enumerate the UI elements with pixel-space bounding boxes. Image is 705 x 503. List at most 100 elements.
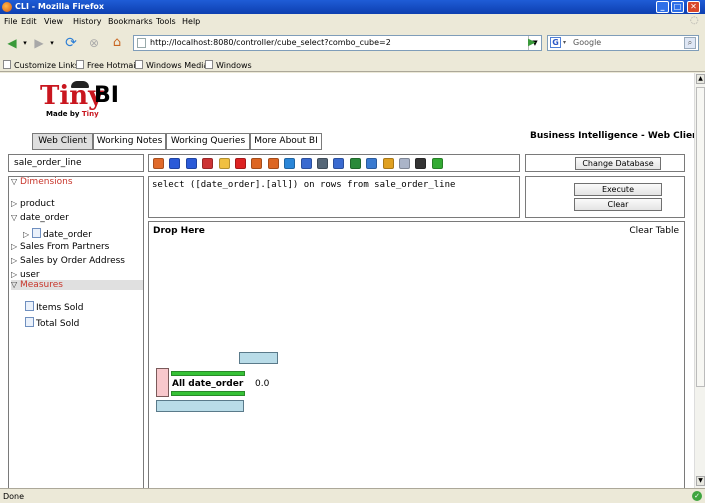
tree-item-label: Sales From Partners [20,242,110,252]
query-editor[interactable]: select ([date_order].[all]) on rows from… [148,176,520,218]
status-bar: Done ✓ [0,488,705,503]
row-top-bar [171,371,245,376]
bar-chart-icon[interactable] [382,158,394,169]
bookmark-customize-links[interactable]: Customize Links [3,60,79,70]
new-query-icon[interactable] [153,158,164,169]
row-footer-cell[interactable] [156,400,244,412]
scroll-down-icon[interactable]: ▼ [696,476,705,486]
drop-here-label: Drop Here [153,226,205,236]
vertical-scrollbar[interactable]: ▲ ▼ [694,73,705,488]
sum-icon[interactable] [349,158,361,169]
menu-file[interactable]: File [4,17,17,26]
status-text: Done [3,492,25,501]
collapsed-triangle-icon: ▷ [11,199,18,208]
reload-icon[interactable]: ⟳ [62,35,80,51]
firefox-icon [2,2,12,12]
home-icon[interactable]: ⌂ [108,35,126,51]
dimensions-label: Dimensions [20,177,73,187]
tab-web-client[interactable]: Web Client [32,133,93,150]
save-as-icon[interactable] [185,158,197,169]
maximize-icon[interactable]: □ [671,1,684,13]
expanded-triangle-icon: ▽ [11,177,18,186]
tree-item-sales-by-order-address[interactable]: ▷ Sales by Order Address [11,256,125,266]
clear-button[interactable]: Clear [574,198,662,211]
measure-items-sold[interactable]: Items Sold [25,301,83,313]
google-icon[interactable]: G [550,37,561,48]
menu-edit[interactable]: Edit [21,17,37,26]
bookmark-label: Free Hotmail [87,61,138,70]
funnel-icon[interactable] [333,158,345,169]
stop-icon[interactable]: ⊗ [86,35,102,51]
bookmark-windows-media[interactable]: Windows Media [135,60,208,70]
go-icon[interactable]: ▶ [528,37,536,48]
tree-item-user[interactable]: ▷ user [11,270,40,280]
minimize-icon[interactable]: _ [656,1,669,13]
tree-item-date-order[interactable]: ▽ date_order [11,213,69,223]
bookmark-windows[interactable]: Windows [205,60,252,70]
tree-item-sales-from-partners[interactable]: ▷ Sales From Partners [11,242,109,252]
cube-selector[interactable]: sale_order_line [8,154,144,172]
column-header-cell[interactable] [239,352,278,364]
menu-history[interactable]: History [73,17,101,26]
page-icon[interactable] [218,158,230,169]
search-icon[interactable]: ⌕ [684,37,696,49]
tree-item-label: product [20,199,55,209]
search-input[interactable]: G ▾ Google ⌕ [547,35,699,51]
execute-button[interactable]: Execute [574,183,662,196]
bookmark-page-icon [3,60,11,69]
back-dropdown-icon[interactable]: ▾ [22,35,28,51]
menu-tools[interactable]: Tools [156,17,176,26]
row-header-handle[interactable] [156,368,169,397]
collapsed-triangle-icon: ▷ [11,242,18,251]
window-title: CLI - Mozilla Firefox [15,2,105,11]
scroll-up-icon[interactable]: ▲ [696,74,705,84]
menu-bookmarks[interactable]: Bookmarks [108,17,153,26]
tree-item-label: date_order [20,213,69,223]
filter-icon[interactable] [300,158,312,169]
cut-icon[interactable] [202,158,214,169]
bookmark-page-icon [135,60,143,69]
database-panel: Change Database [525,154,685,172]
back-icon[interactable]: ◀ [4,35,20,51]
measure-total-sold[interactable]: Total Sold [25,317,79,329]
tab-working-queries[interactable]: Working Queries [166,133,250,150]
tab-more-about-bi[interactable]: More About BI [250,133,322,150]
tree-item-date-order-level[interactable]: ▷ date_order [23,228,92,240]
page-title: Business Intelligence - Web Client [530,131,694,141]
scrollbar-thumb[interactable] [696,87,705,387]
tiny-bi-logo: Tiny BI Made by Tiny [40,81,130,118]
clear-table-link[interactable]: Clear Table [629,226,679,236]
check-icon[interactable] [431,158,443,169]
dimensions-header[interactable]: ▽ Dimensions [11,177,73,187]
delete-icon[interactable] [235,158,246,169]
tree-item-product[interactable]: ▷ product [11,199,55,209]
logo-bi-text: BI [94,83,119,108]
close-icon[interactable]: ✕ [687,1,700,13]
menu-view[interactable]: View [44,17,63,26]
bookmark-free-hotmail[interactable]: Free Hotmail [76,60,138,70]
undo-icon[interactable] [251,158,263,169]
play-icon[interactable] [284,158,296,169]
collapsed-triangle-icon: ▷ [11,270,18,279]
menu-help[interactable]: Help [182,17,200,26]
bookmark-label: Windows Media [146,61,209,70]
pen-icon[interactable] [415,158,427,169]
search-engine-dropdown-icon[interactable]: ▾ [563,36,566,50]
measures-header[interactable]: ▽ Measures [11,280,143,290]
collapsed-triangle-icon: ▷ [23,230,30,239]
tab-working-notes[interactable]: Working Notes [93,133,166,150]
drop-zone[interactable]: Drop Here Clear Table All date_order 0.0 [148,221,685,488]
redo-icon[interactable] [267,158,279,169]
window-titlebar: CLI - Mozilla Firefox _ □ ✕ [0,0,705,14]
forward-dropdown-icon[interactable]: ▾ [49,35,55,51]
table-icon[interactable] [366,158,378,169]
print-icon[interactable] [317,158,328,169]
forward-icon[interactable]: ▶ [31,35,47,51]
change-database-button[interactable]: Change Database [575,157,661,170]
logo-hat-icon [71,81,89,88]
save-icon[interactable] [169,158,181,169]
url-bar[interactable]: http://localhost:8080/controller/cube_se… [133,35,542,51]
row-label[interactable]: All date_order [172,379,243,389]
document-icon[interactable] [399,158,410,169]
logo-made-by: Made by Tiny [46,110,99,118]
